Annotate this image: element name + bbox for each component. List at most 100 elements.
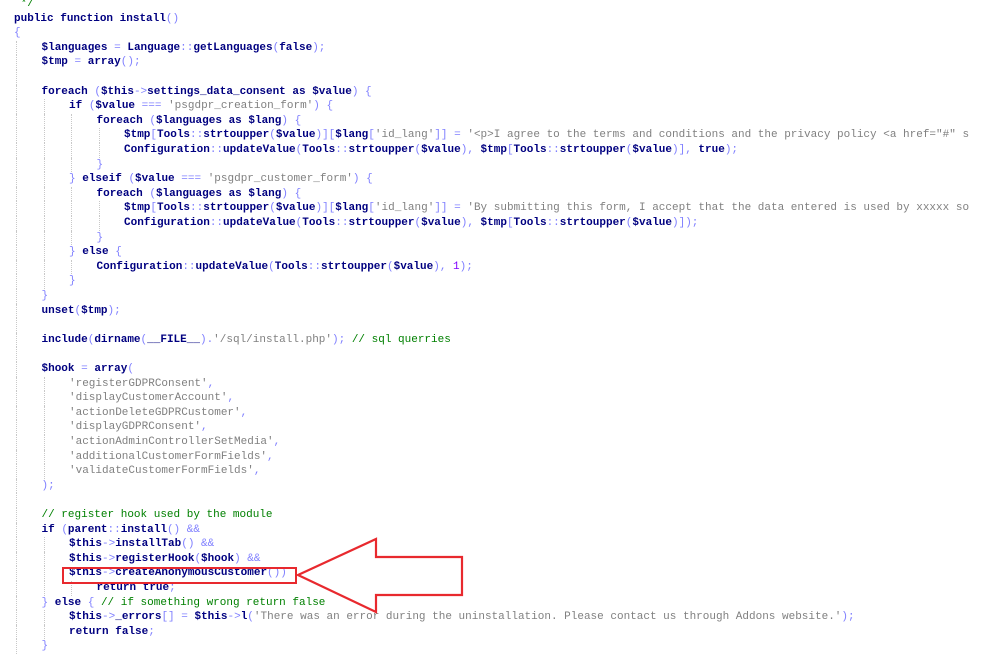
code-token-variable: $hook: [41, 363, 75, 375]
code-line: 'actionDeleteGDPRCustomer',: [0, 405, 247, 421]
code-token-variable: $languages: [155, 187, 222, 200]
code-line: [0, 70, 42, 85]
indent-guide: [43, 186, 45, 202]
code-token-keyword: strtoupper: [559, 144, 626, 156]
indent-guide: [43, 551, 45, 567]
indent-guide: [98, 128, 100, 143]
code-token-punct: );: [841, 611, 855, 624]
code-token-keyword: as: [228, 187, 242, 200]
code-token-punct: [: [368, 129, 375, 142]
indent-guide: [43, 449, 45, 465]
code-token-keyword: include: [41, 333, 88, 346]
code-token-identifier: updateValue: [223, 144, 296, 156]
code-token-keyword: elseif: [82, 173, 122, 186]
code-token-punct: =: [454, 202, 461, 215]
code-line: Configuration::updateValue(Tools::strtou…: [0, 216, 698, 231]
code-token-keyword: unset: [41, 304, 75, 317]
code-token-punct: (): [165, 12, 180, 25]
code-token-variable: $tmp: [480, 144, 507, 156]
indent-guide: [16, 522, 17, 538]
code-line: foreach ($languages as $lang) {: [0, 113, 301, 129]
code-token-punct: (: [94, 85, 101, 98]
code-line: 'displayGDPRConsent',: [0, 420, 208, 435]
indent-guide: [16, 99, 17, 114]
code-token-punct: (: [269, 202, 276, 215]
code-token-punct: }: [69, 275, 76, 288]
code-token-variable: $value: [95, 100, 136, 113]
code-token-variable: $lang: [248, 114, 282, 127]
code-token-punct: ;: [148, 625, 155, 638]
indent-guide: [71, 186, 72, 202]
code-line: {: [0, 26, 21, 41]
code-token-punct: );: [724, 144, 739, 156]
indent-guide: [16, 537, 17, 552]
code-token-punct: )]);: [672, 217, 699, 229]
indent-guide: [43, 157, 45, 173]
code-token-punct: =: [181, 611, 188, 624]
indent-guide: [16, 289, 17, 304]
indent-guide: [71, 216, 72, 231]
code-token-punct: )][: [315, 202, 336, 215]
code-token-keyword: strtoupper: [320, 260, 387, 273]
code-token-punct: }: [96, 231, 104, 244]
code-token-punct: ): [234, 552, 241, 565]
code-token-punct: ,: [253, 465, 261, 478]
code-token-punct: {: [294, 187, 302, 200]
code-line: [0, 347, 42, 362]
code-token-punct: ,: [273, 436, 281, 448]
code-token-keyword: true: [698, 144, 725, 156]
indent-guide: [16, 55, 17, 70]
indent-guide: [16, 245, 17, 260]
code-line: 'additionalCustomerFormFields',: [0, 449, 274, 465]
indent-guide: [16, 172, 17, 187]
code-token-punct: (: [127, 363, 134, 375]
code-token-punct: ::: [180, 41, 194, 54]
code-token-string: 'displayCustomerAccount': [69, 392, 228, 405]
code-token-punct: ->: [133, 85, 148, 98]
code-token-keyword: __FILE__: [147, 333, 200, 346]
code-line: Configuration::updateValue(Tools::strtou…: [0, 259, 473, 275]
indent-guide: [71, 157, 72, 173]
code-token-punct: ===: [141, 100, 162, 113]
code-token-punct: (: [61, 523, 68, 536]
indent-guide: [43, 259, 45, 275]
code-token-punct: ): [352, 173, 360, 186]
indent-guide: [43, 113, 45, 129]
indent-guide: [16, 347, 17, 362]
code-token-punct: {: [14, 27, 21, 40]
code-line: unset($tmp);: [0, 303, 121, 319]
indent-guide: [43, 99, 45, 114]
code-token-punct: ): [313, 100, 320, 113]
code-token-punct: );: [459, 260, 473, 273]
code-token-string: 'id_lang': [374, 202, 435, 215]
code-token-punct: ::: [107, 523, 121, 536]
code-token-identifier: Configuration: [124, 144, 210, 156]
code-editor[interactable]: */public function install(){$languages =…: [0, 0, 1000, 661]
code-token-punct: ): [281, 114, 288, 127]
indent-guide: [43, 143, 45, 158]
code-token-punct: ::: [307, 260, 321, 273]
code-token-punct: &&: [247, 552, 261, 565]
indent-guide: [98, 201, 100, 216]
highlight-box: [62, 567, 297, 584]
code-token-identifier: settings_data_consent: [147, 85, 286, 98]
code-token-punct: }: [69, 173, 76, 186]
indent-guide: [16, 478, 17, 494]
indent-guide: [71, 259, 72, 275]
code-token-variable: $tmp: [480, 217, 507, 229]
indent-guide: [98, 143, 100, 158]
code-token-punct: {: [366, 173, 373, 186]
code-line: }: [0, 274, 76, 289]
code-token-punct: ::: [190, 202, 204, 215]
code-token-variable: $value: [632, 217, 672, 229]
code-line: $tmp[Tools::strtoupper($value)][$lang['i…: [0, 201, 969, 216]
indent-guide: [43, 201, 45, 216]
code-token-variable: $value: [275, 202, 316, 215]
code-token-punct: ).: [199, 333, 214, 346]
code-token-string: '/sql/install.php': [213, 333, 332, 346]
code-token-punct: ===: [181, 173, 202, 186]
code-line: $languages = Language::getLanguages(fals…: [0, 40, 325, 56]
indent-guide: [16, 157, 17, 173]
code-token-identifier: Tools: [513, 217, 547, 229]
code-token-punct: }: [41, 640, 49, 653]
